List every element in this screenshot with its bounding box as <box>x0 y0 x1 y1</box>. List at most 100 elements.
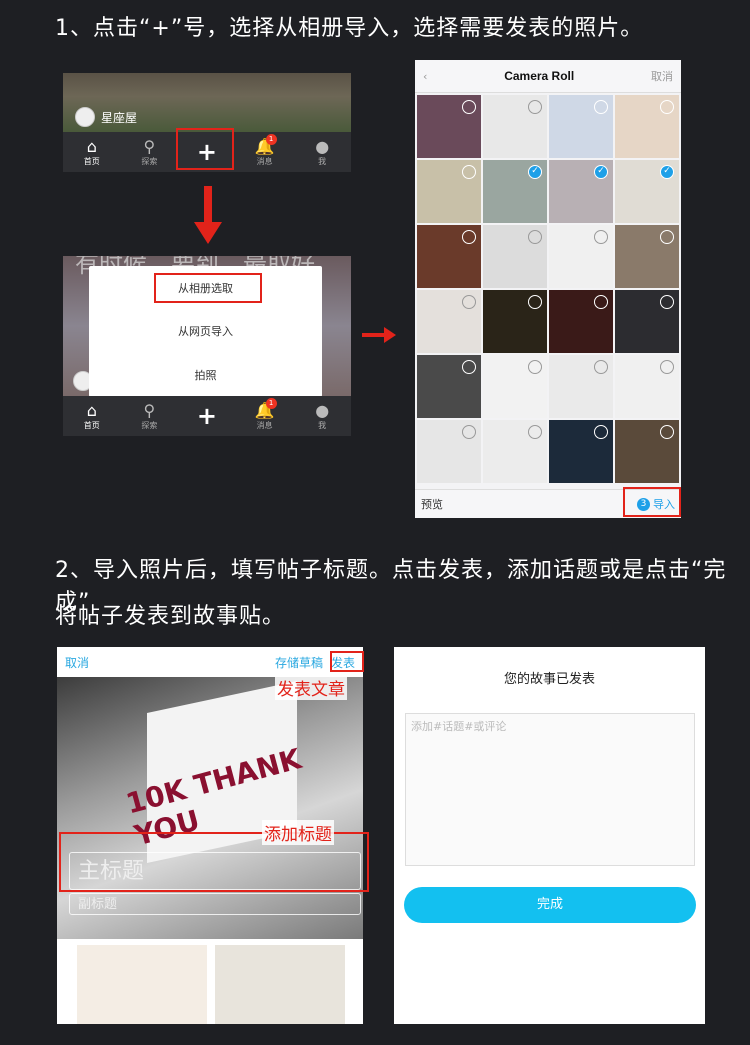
photo-thumb[interactable] <box>483 290 547 353</box>
photo-thumb[interactable] <box>483 225 547 288</box>
down-arrow-icon <box>194 186 222 244</box>
preview-button[interactable]: 预览 <box>421 496 443 512</box>
photo-thumb[interactable] <box>417 420 481 483</box>
select-circle[interactable] <box>528 230 542 244</box>
tab-bar: ⌂ 首页 ⚲ 探索 + 🔔 1 消息 ● 我 <box>63 396 351 436</box>
photo-thumb[interactable] <box>77 945 207 1024</box>
photo-thumb[interactable] <box>615 420 679 483</box>
photo-thumb[interactable] <box>615 225 679 288</box>
highlight-publish-box <box>330 651 364 672</box>
photo-thumb[interactable] <box>615 95 679 158</box>
select-circle[interactable] <box>594 100 608 114</box>
user-name: 星座屋 <box>101 110 138 125</box>
tab-me[interactable]: ● 我 <box>302 400 342 431</box>
photo-thumb[interactable] <box>483 420 547 483</box>
select-circle[interactable] <box>462 295 476 309</box>
tab-label: 我 <box>318 420 327 430</box>
photo-thumb[interactable] <box>549 355 613 418</box>
tab-label: 消息 <box>256 156 273 166</box>
done-button[interactable]: 完成 <box>404 887 696 923</box>
home-icon: ⌂ <box>86 400 97 420</box>
highlight-import-box <box>623 487 681 517</box>
select-circle[interactable] <box>462 165 476 179</box>
photo-thumb[interactable] <box>549 225 613 288</box>
selected-check-icon[interactable]: ✓ <box>660 165 674 179</box>
select-circle[interactable] <box>528 100 542 114</box>
menu-item-camera[interactable]: 拍照 <box>175 361 237 389</box>
select-circle[interactable] <box>660 295 674 309</box>
highlight-album-box <box>154 273 262 303</box>
select-circle[interactable] <box>660 230 674 244</box>
plus-icon: + <box>196 402 218 430</box>
select-circle[interactable] <box>462 100 476 114</box>
photo-thumb[interactable] <box>417 355 481 418</box>
person-icon: ● <box>315 136 330 156</box>
tab-label: 消息 <box>256 420 273 430</box>
menu-item-web[interactable]: 从网页导入 <box>158 317 253 345</box>
photo-thumb[interactable] <box>417 95 481 158</box>
back-button[interactable]: ‹ <box>423 70 427 83</box>
subtitle-input[interactable]: 副标题 <box>69 893 361 915</box>
tab-label: 首页 <box>83 156 100 166</box>
select-circle[interactable] <box>528 425 542 439</box>
select-circle[interactable] <box>660 100 674 114</box>
photo-thumb[interactable] <box>215 945 345 1024</box>
selected-check-icon[interactable]: ✓ <box>528 165 542 179</box>
selected-check-icon[interactable]: ✓ <box>594 165 608 179</box>
tab-label: 探索 <box>141 156 158 166</box>
right-arrow-icon <box>362 327 396 343</box>
select-circle[interactable] <box>594 425 608 439</box>
notification-badge: 1 <box>265 397 277 409</box>
search-icon: ⚲ <box>143 400 156 420</box>
tab-me[interactable]: ● 我 <box>302 136 342 167</box>
select-circle[interactable] <box>660 425 674 439</box>
photo-thumb[interactable] <box>417 290 481 353</box>
tab-messages[interactable]: 🔔 1 消息 <box>245 397 285 431</box>
photo-thumb[interactable] <box>549 95 613 158</box>
highlight-plus-box <box>176 128 234 170</box>
photo-thumb[interactable]: ✓ <box>549 160 613 223</box>
cancel-button[interactable]: 取消 <box>651 68 673 84</box>
select-circle[interactable] <box>462 230 476 244</box>
editor-header: 取消 存储草稿 发表 <box>57 647 363 677</box>
photo-thumb[interactable] <box>549 290 613 353</box>
select-circle[interactable] <box>594 230 608 244</box>
photo-thumb[interactable] <box>417 160 481 223</box>
step2-title-line2: 将帖子发表到故事贴。 <box>55 604 286 629</box>
select-circle[interactable] <box>528 295 542 309</box>
step1-title: 1、点击“+”号，选择从相册导入，选择需要发表的照片。 <box>55 16 644 41</box>
camera-roll-screen: ‹ Camera Roll 取消 ✓ ✓ ✓ 预览 3 导入 <box>415 60 681 518</box>
photo-thumb[interactable] <box>549 420 613 483</box>
photo-grid: ✓ ✓ ✓ <box>415 93 681 485</box>
save-draft-button[interactable]: 存储草稿 <box>275 654 323 671</box>
comment-input[interactable]: 添加#话题#或评论 <box>405 713 695 866</box>
tab-explore[interactable]: ⚲ 探索 <box>129 400 169 431</box>
home-icon: ⌂ <box>86 136 97 156</box>
camera-roll-header: ‹ Camera Roll 取消 <box>415 60 681 93</box>
avatar <box>75 107 95 127</box>
cover-photo: 10K THANK YOU 主标题 副标题 <box>57 677 363 939</box>
photo-thumb[interactable] <box>615 355 679 418</box>
select-circle[interactable] <box>528 360 542 374</box>
select-circle[interactable] <box>462 360 476 374</box>
tab-label: 我 <box>318 156 327 166</box>
photo-thumb[interactable]: ✓ <box>615 160 679 223</box>
select-circle[interactable] <box>660 360 674 374</box>
person-icon: ● <box>315 400 330 420</box>
tab-home[interactable]: ⌂ 首页 <box>72 400 112 431</box>
feed-user[interactable]: 星座屋 <box>75 107 137 127</box>
tab-add[interactable]: + <box>187 403 227 429</box>
cancel-button[interactable]: 取消 <box>65 654 89 671</box>
photo-thumb[interactable]: ✓ <box>483 160 547 223</box>
tab-home[interactable]: ⌂ 首页 <box>72 136 112 167</box>
select-circle[interactable] <box>594 360 608 374</box>
tab-messages[interactable]: 🔔 1 消息 <box>245 133 285 167</box>
photo-thumb[interactable] <box>483 95 547 158</box>
photo-thumb[interactable] <box>615 290 679 353</box>
photo-thumb[interactable] <box>417 225 481 288</box>
tab-explore[interactable]: ⚲ 探索 <box>129 137 169 167</box>
select-circle[interactable] <box>462 425 476 439</box>
callout-title: 添加标题 <box>262 820 334 845</box>
photo-thumb[interactable] <box>483 355 547 418</box>
select-circle[interactable] <box>594 295 608 309</box>
